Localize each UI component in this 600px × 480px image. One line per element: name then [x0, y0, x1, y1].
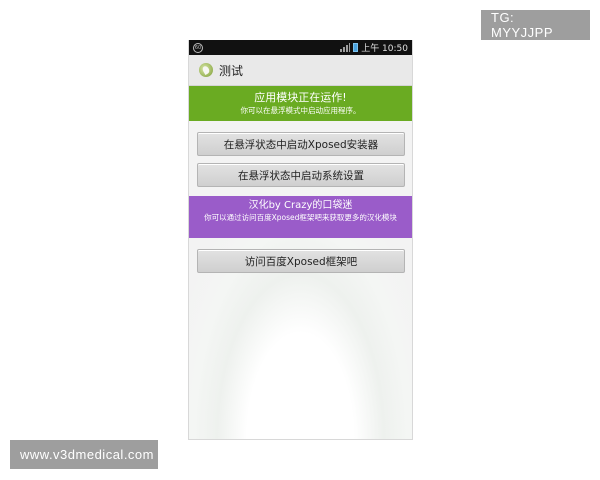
main-content: 应用模块正在运作! 你可以在悬浮模式中启动应用程序。 在悬浮状态中启动Xpose… — [189, 86, 412, 439]
module-active-banner: 应用模块正在运作! 你可以在悬浮模式中启动应用程序。 — [189, 86, 412, 121]
credit-title: 汉化by Crazy的口袋迷 — [248, 200, 353, 211]
app-leaf-icon — [199, 63, 213, 77]
translation-credit-banner: 汉化by Crazy的口袋迷 你可以通过访问百度Xposed框架吧来获取更多的汉… — [189, 196, 412, 238]
credit-subtitle: 你可以通过访问百度Xposed框架吧来获取更多的汉化模块 — [204, 213, 397, 222]
battery-icon — [353, 43, 359, 52]
visit-xposed-forum-button[interactable]: 访问百度Xposed框架吧 — [197, 249, 405, 273]
signal-icon — [340, 43, 351, 52]
notification-icon: 60 — [193, 42, 203, 53]
module-active-title: 应用模块正在运作! — [254, 91, 347, 104]
watermark-website: www.v3dmedical.com — [10, 440, 158, 469]
app-title: 测试 — [219, 63, 244, 78]
app-title-bar: 测试 — [189, 55, 412, 86]
module-active-subtitle: 你可以在悬浮模式中启动应用程序。 — [240, 106, 361, 115]
status-bar: 60 上午 10:50 — [189, 40, 412, 55]
launch-xposed-installer-button[interactable]: 在悬浮状态中启动Xposed安装器 — [197, 132, 405, 156]
launch-system-settings-button[interactable]: 在悬浮状态中启动系统设置 — [197, 163, 405, 187]
watermark-tg: TG: MYYJJPP — [481, 10, 590, 40]
status-time: 上午 10:50 — [361, 44, 408, 54]
phone-screen: 60 上午 10:50 测试 应用模块正在运作! 你可以在悬浮模式中启动应用程序… — [188, 40, 413, 440]
status-right: 上午 10:50 — [340, 41, 408, 54]
